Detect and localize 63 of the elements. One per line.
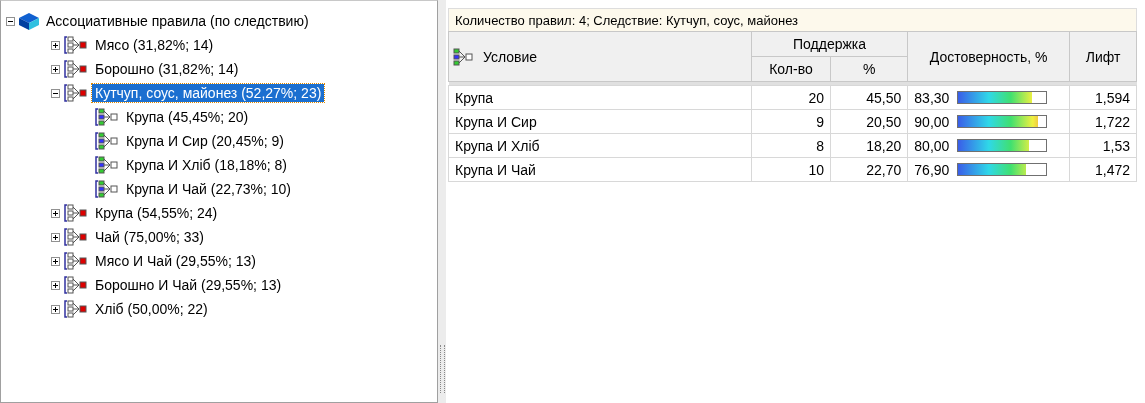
- rule-node-icon: [63, 36, 89, 54]
- rule-node-icon: [94, 156, 120, 174]
- confidence-value: 76,90: [914, 161, 950, 178]
- confidence-value: 83,30: [914, 89, 950, 106]
- tree-item[interactable]: Борошно (31,82%; 14): [92, 60, 242, 78]
- column-group-header: Поддержка: [751, 31, 908, 57]
- tree-item[interactable]: Ассоциативные правила (по следствию): [43, 12, 312, 30]
- table-cell: 20,50: [830, 109, 908, 134]
- table-cell: 10: [751, 157, 831, 182]
- tree-item[interactable]: Мясо И Чай (29,55%; 13): [92, 252, 259, 270]
- table-cell: 22,70: [830, 157, 908, 182]
- cube-icon: [18, 11, 40, 31]
- rule-node-icon: [63, 204, 89, 222]
- confidence-value: 80,00: [914, 137, 950, 154]
- table-cell: 9: [751, 109, 831, 134]
- expander-toggle[interactable]: [6, 16, 15, 26]
- tree-item[interactable]: Мясо (31,82%; 14): [92, 36, 217, 54]
- table-cell: 18,20: [830, 133, 908, 158]
- expander-toggle[interactable]: [51, 280, 60, 290]
- splitter-grip[interactable]: [439, 345, 445, 393]
- rule-node-icon: [63, 228, 89, 246]
- tree-item[interactable]: Крупа (45,45%; 20): [123, 108, 252, 126]
- tree-item[interactable]: Кутчуп, соус, майонез (52,27%; 23): [92, 84, 325, 102]
- confidence-value: 90,00: [914, 113, 950, 130]
- table-cell: 20: [751, 85, 831, 110]
- table-cell: 1,472: [1069, 157, 1137, 182]
- column-header[interactable]: Достоверность, %: [907, 31, 1070, 82]
- table-cell: 8: [751, 133, 831, 158]
- expander-toggle[interactable]: [51, 208, 60, 218]
- rule-node-icon: [94, 180, 120, 198]
- tree-item[interactable]: Крупа И Сир (20,45%; 9): [123, 132, 287, 150]
- expander-toggle[interactable]: [51, 40, 60, 50]
- tree-item[interactable]: Борошно И Чай (29,55%; 13): [92, 276, 285, 294]
- table-cell: 45,50: [830, 85, 908, 110]
- table-cell: Крупа И Хліб: [448, 133, 752, 158]
- rule-node-icon: [63, 60, 89, 78]
- table-cell: 1,53: [1069, 133, 1137, 158]
- expander-toggle[interactable]: [51, 232, 60, 242]
- expander-toggle[interactable]: [51, 88, 60, 98]
- table-cell: 1,722: [1069, 109, 1137, 134]
- column-header-label: Условие: [483, 48, 538, 65]
- rule-node-icon: [63, 276, 89, 294]
- tree-item[interactable]: Хліб (50,00%; 22): [92, 300, 211, 318]
- column-header[interactable]: Кол-во: [751, 56, 831, 82]
- tree-item[interactable]: Крупа И Чай (22,73%; 10): [123, 180, 294, 198]
- tree-item[interactable]: Крупа И Хліб (18,18%; 8): [123, 156, 290, 174]
- tree-item[interactable]: Крупа (54,55%; 24): [92, 204, 221, 222]
- table-cell: 1,594: [1069, 85, 1137, 110]
- rule-node-icon: [94, 132, 120, 150]
- expander-toggle[interactable]: [51, 256, 60, 266]
- column-header[interactable]: Лифт: [1069, 31, 1137, 82]
- rule-node-icon: [94, 108, 120, 126]
- column-header[interactable]: Условие: [448, 31, 752, 82]
- expander-toggle[interactable]: [51, 64, 60, 74]
- rule-node-icon: [63, 252, 89, 270]
- table-cell: Крупа И Сир: [448, 109, 752, 134]
- rule-node-icon: [63, 84, 89, 102]
- expander-toggle[interactable]: [51, 304, 60, 314]
- rule-node-icon: [63, 300, 89, 318]
- table-cell: Крупа И Чай: [448, 157, 752, 182]
- tree-item[interactable]: Чай (75,00%; 33): [92, 228, 207, 246]
- summary-bar: Количество правил: 4; Следствие: Кутчуп, соус, майонез: [448, 8, 1137, 31]
- table-cell: Крупа: [448, 85, 752, 110]
